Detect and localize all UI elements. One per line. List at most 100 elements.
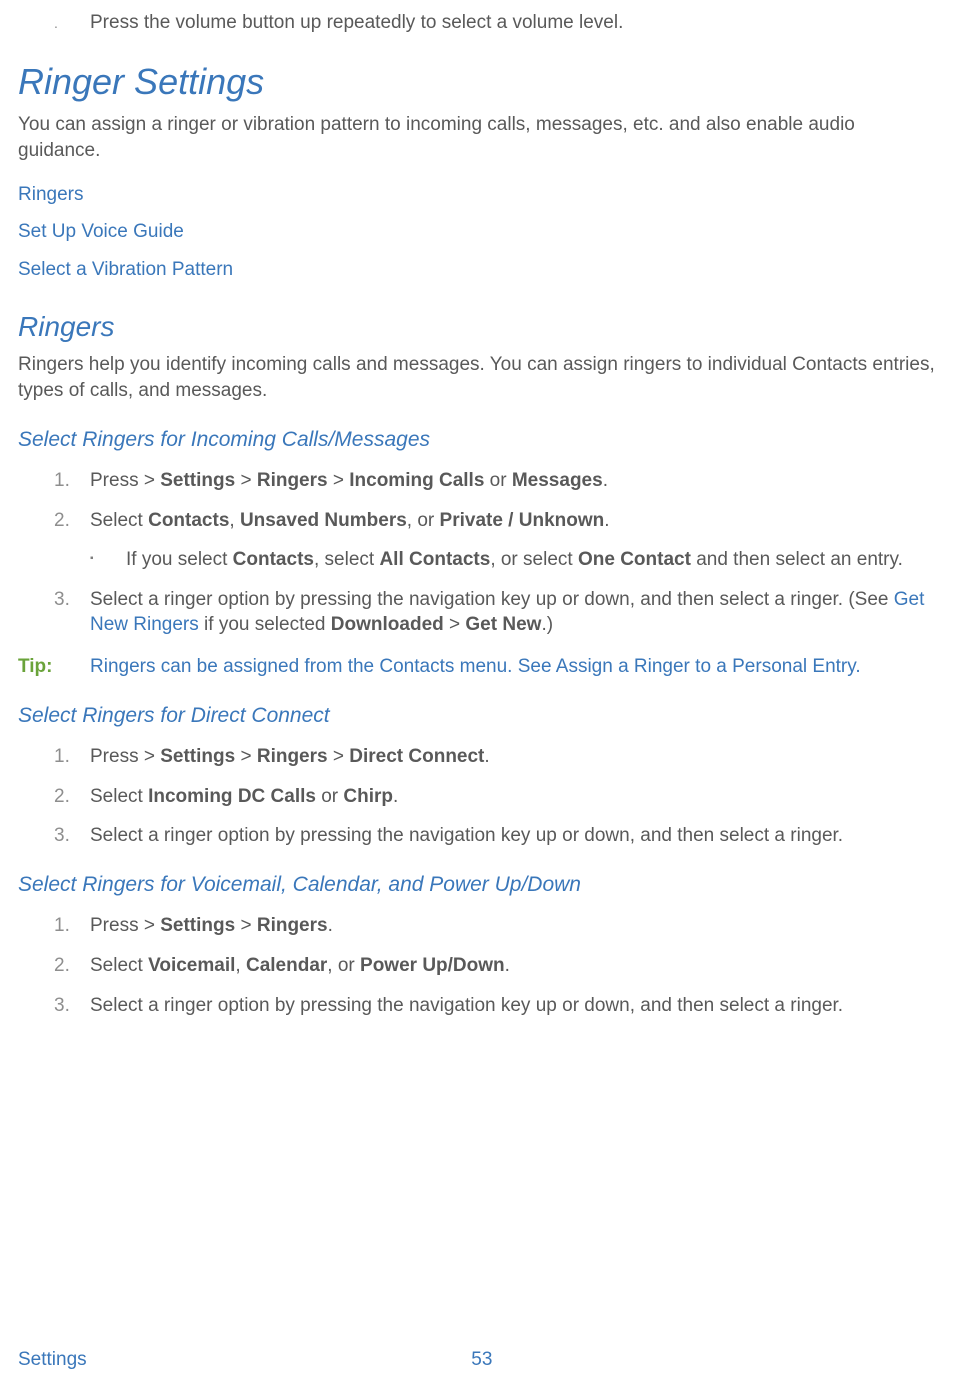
step-content: Select a ringer option by pressing the n… <box>90 993 937 1019</box>
steps-list-3: 1. Press > Settings > Ringers. 2. Select… <box>54 913 937 1018</box>
text: Press > <box>90 470 160 491</box>
text: . <box>484 746 489 767</box>
text: . <box>505 955 510 976</box>
text: , or <box>407 510 440 531</box>
step-number: 3. <box>54 587 90 638</box>
tip-row: Tip: Ringers can be assigned from the Co… <box>18 654 937 680</box>
step-number: 2. <box>54 784 90 810</box>
bullet-marker: . <box>54 10 90 36</box>
top-bullet-row: . Press the volume button up repeatedly … <box>54 10 937 36</box>
step-number: 1. <box>54 913 90 939</box>
step-2-3: 3. Select a ringer option by pressing th… <box>54 823 937 849</box>
bold-text: Calendar <box>246 955 327 976</box>
sub-bullet-1: ▪ If you select Contacts, select All Con… <box>90 547 937 573</box>
link-assign-ringer-personal-entry[interactable]: Assign a Ringer to a Personal Entry <box>556 656 856 677</box>
top-bullet-text: Press the volume button up repeatedly to… <box>90 10 937 36</box>
text: Select a ringer option by pressing the n… <box>90 589 894 610</box>
bold-text: One Contact <box>578 549 691 570</box>
step-content: Select Incoming DC Calls or Chirp. <box>90 784 937 810</box>
bold-text: Power Up/Down <box>360 955 505 976</box>
step-number: 3. <box>54 993 90 1019</box>
text: and then select an entry. <box>691 549 903 570</box>
bold-text: Contacts <box>233 549 314 570</box>
link-set-up-voice-guide[interactable]: Set Up Voice Guide <box>18 219 937 245</box>
bold-text: Downloaded <box>331 614 444 635</box>
step-3-1: 1. Press > Settings > Ringers. <box>54 913 937 939</box>
text: > <box>235 915 257 936</box>
text: Press > <box>90 746 160 767</box>
tip-label: Tip: <box>18 654 90 680</box>
step-number: 2. <box>54 508 90 534</box>
bold-text: All Contacts <box>379 549 490 570</box>
link-ringers[interactable]: Ringers <box>18 182 937 208</box>
text: If you select <box>126 549 233 570</box>
step-content: Press > Settings > Ringers > Direct Conn… <box>90 744 937 770</box>
text: > <box>235 746 257 767</box>
text: . <box>393 786 398 807</box>
bold-text: Settings <box>160 915 235 936</box>
page-container: . Press the volume button up repeatedly … <box>0 0 955 1395</box>
step-number: 2. <box>54 953 90 979</box>
bold-text: Private / Unknown <box>440 510 605 531</box>
step-content: Select a ringer option by pressing the n… <box>90 823 937 849</box>
text: or <box>316 786 343 807</box>
bold-text: Get New <box>465 614 541 635</box>
text: > <box>328 746 350 767</box>
step-content: Select Voicemail, Calendar, or Power Up/… <box>90 953 937 979</box>
text: . <box>604 510 609 531</box>
footer-page-number: 53 <box>27 1347 937 1373</box>
step-content: Press > Settings > Ringers. <box>90 913 937 939</box>
step-number: 1. <box>54 744 90 770</box>
text: .) <box>541 614 553 635</box>
bold-text: Unsaved Numbers <box>240 510 407 531</box>
text: , <box>235 955 246 976</box>
heading-select-ringers-calls-messages: Select Ringers for Incoming Calls/Messag… <box>18 426 937 454</box>
bold-text: Settings <box>160 470 235 491</box>
text: , <box>229 510 240 531</box>
text: if you selected <box>199 614 331 635</box>
heading-select-ringers-direct-connect: Select Ringers for Direct Connect <box>18 702 937 730</box>
text: Select <box>90 510 148 531</box>
bold-text: Direct Connect <box>349 746 484 767</box>
link-select-vibration-pattern[interactable]: Select a Vibration Pattern <box>18 257 937 283</box>
bold-text: Chirp <box>343 786 393 807</box>
step-content: Select Contacts, Unsaved Numbers, or Pri… <box>90 508 937 534</box>
text: , select <box>314 549 379 570</box>
bold-text: Incoming Calls <box>349 470 484 491</box>
steps-list-2: 1. Press > Settings > Ringers > Direct C… <box>54 744 937 849</box>
text: , or select <box>490 549 578 570</box>
steps-list-1: 1. Press > Settings > Ringers > Incoming… <box>54 468 937 533</box>
bold-text: Ringers <box>257 915 328 936</box>
text: . <box>603 470 608 491</box>
ringer-settings-desc: You can assign a ringer or vibration pat… <box>18 112 937 163</box>
bold-text: Messages <box>512 470 603 491</box>
tip-body: Ringers can be assigned from the Contact… <box>90 654 937 680</box>
text: or <box>484 470 511 491</box>
text: . <box>855 656 860 677</box>
heading-select-ringers-voicemail-calendar-power: Select Ringers for Voicemail, Calendar, … <box>18 871 937 899</box>
ringers-desc: Ringers help you identify incoming calls… <box>18 352 937 403</box>
text: > <box>235 470 257 491</box>
step-3-3: 3. Select a ringer option by pressing th… <box>54 993 937 1019</box>
steps-list-1b: 3. Select a ringer option by pressing th… <box>54 587 937 638</box>
step-content: Select a ringer option by pressing the n… <box>90 587 937 638</box>
bold-text: Contacts <box>148 510 229 531</box>
bold-text: Voicemail <box>148 955 235 976</box>
bold-text: Settings <box>160 746 235 767</box>
step-content: Press > Settings > Ringers > Incoming Ca… <box>90 468 937 494</box>
step-number: 1. <box>54 468 90 494</box>
sub-bullet-content: If you select Contacts, select All Conta… <box>126 547 937 573</box>
text: > <box>328 470 350 491</box>
page-footer: Settings 53 <box>18 1347 937 1373</box>
step-1-1: 1. Press > Settings > Ringers > Incoming… <box>54 468 937 494</box>
step-1-2: 2. Select Contacts, Unsaved Numbers, or … <box>54 508 937 534</box>
step-1-3: 3. Select a ringer option by pressing th… <box>54 587 937 638</box>
step-2-2: 2. Select Incoming DC Calls or Chirp. <box>54 784 937 810</box>
text: . <box>328 915 333 936</box>
step-2-1: 1. Press > Settings > Ringers > Direct C… <box>54 744 937 770</box>
bold-text: Ringers <box>257 746 328 767</box>
square-marker: ▪ <box>90 547 126 573</box>
bold-text: Incoming DC Calls <box>148 786 316 807</box>
text: Select <box>90 786 148 807</box>
heading-ringer-settings: Ringer Settings <box>18 58 937 107</box>
